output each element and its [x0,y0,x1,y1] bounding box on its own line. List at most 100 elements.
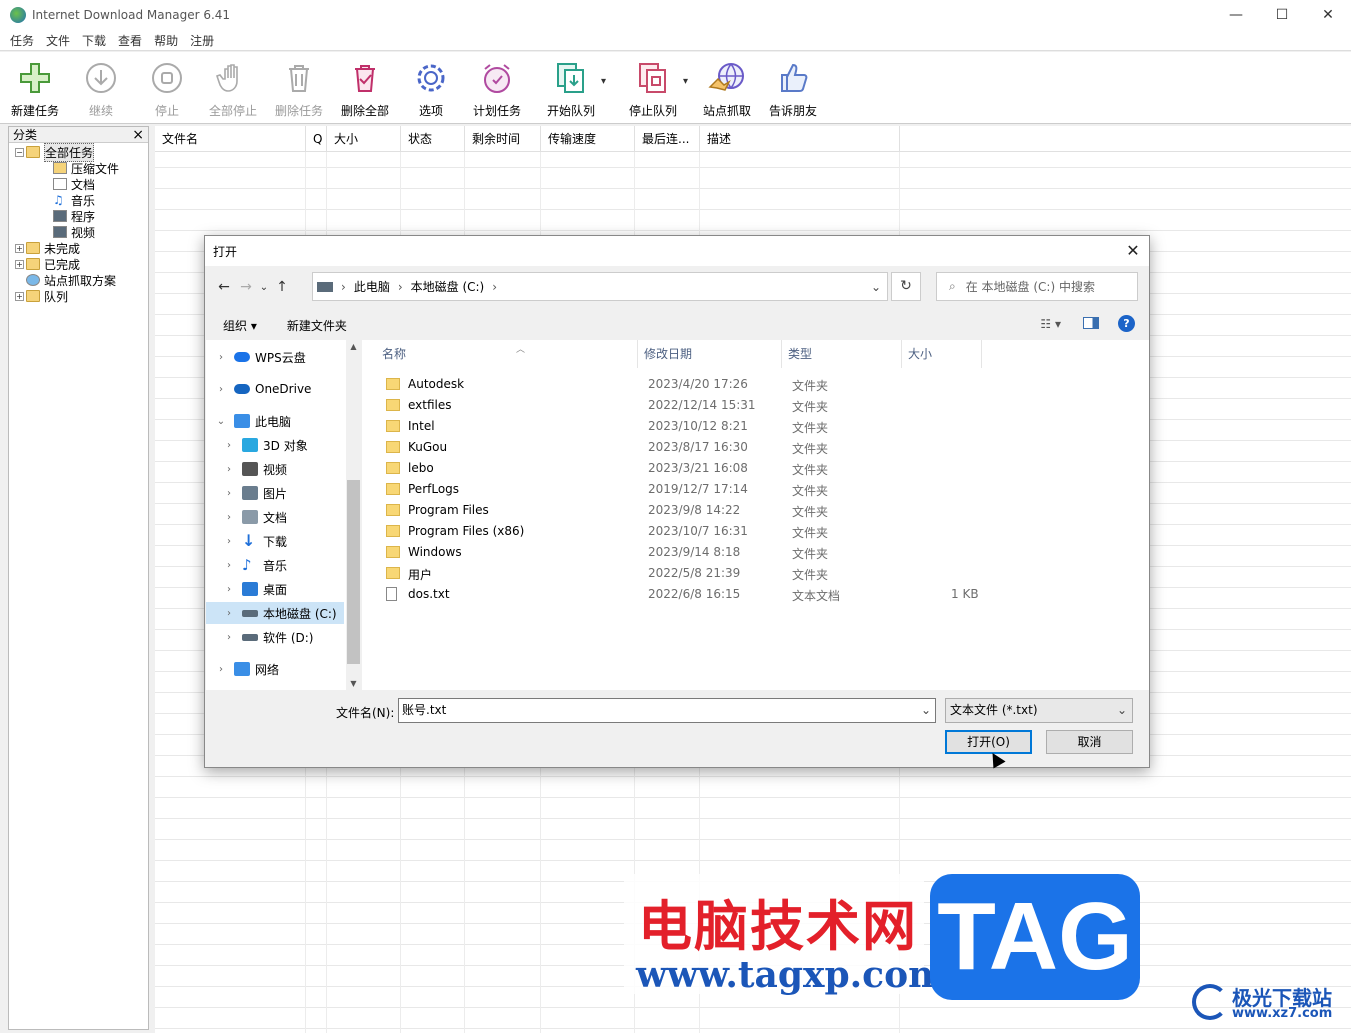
toolbar-button-1[interactable]: 继续 [68,52,134,124]
column-type[interactable]: 类型 [782,340,902,368]
nav-item[interactable]: › ↓ 下载 [206,530,344,552]
list-column-header[interactable]: 文件名 [155,126,306,152]
nav-item[interactable]: › ♪ 音乐 [206,554,344,576]
menu-item[interactable]: 下载 [76,32,112,49]
breadcrumb-drive-c[interactable]: 本地磁盘 (C:) [411,278,485,295]
expand-chevron-icon[interactable]: › [224,440,234,451]
file-row[interactable]: Program Files 2023/9/8 14:22 文件夹 [382,500,1142,521]
open-button[interactable]: 打开(O) [945,730,1032,754]
minimize-button[interactable]: — [1213,0,1259,30]
recent-locations-chevron-icon[interactable]: ⌄ [257,282,271,293]
column-name[interactable]: 名称 ︿ [376,340,638,368]
expand-chevron-icon[interactable]: › [216,352,226,363]
toolbar-button-9[interactable]: 停止队列 ▾ [612,52,694,124]
menu-item[interactable]: 注册 [184,32,220,49]
file-row[interactable]: PerfLogs 2019/12/7 17:14 文件夹 [382,479,1142,500]
preview-pane-icon[interactable] [1083,317,1099,329]
column-size[interactable]: 大小 [902,340,982,368]
nav-item[interactable]: › 软件 (D:) [206,626,344,648]
nav-item[interactable]: › 文档 [206,506,344,528]
expand-chevron-icon[interactable]: › [224,584,234,595]
expand-chevron-icon[interactable]: › [224,560,234,571]
toolbar-button-5[interactable]: 删除全部 [332,52,398,124]
file-row[interactable]: Autodesk 2023/4/20 17:26 文件夹 [382,374,1142,395]
nav-item[interactable]: › 视频 [206,458,344,480]
tree-item[interactable]: + 队列 [9,288,148,304]
toolbar-button-0[interactable]: 新建任务 [2,52,68,124]
list-column-header[interactable]: 状态 [401,126,465,152]
toolbar-button-2[interactable]: 停止 [134,52,200,124]
file-row[interactable]: lebo 2023/3/21 16:08 文件夹 [382,458,1142,479]
column-date[interactable]: 修改日期 [638,340,782,368]
file-row[interactable]: Windows 2023/9/14 8:18 文件夹 [382,542,1142,563]
toolbar-button-7[interactable]: 计划任务 [464,52,530,124]
close-window-button[interactable]: ✕ [1305,0,1351,30]
forward-arrow-icon[interactable]: → [235,279,257,295]
scroll-up-icon[interactable]: ▲ [346,342,361,351]
menu-item[interactable]: 帮助 [148,32,184,49]
nav-item[interactable]: › 本地磁盘 (C:) [206,602,344,624]
menu-item[interactable]: 文件 [40,32,76,49]
filename-dropdown-icon[interactable]: ⌄ [921,699,931,722]
expand-chevron-icon[interactable]: › [216,384,226,395]
nav-item[interactable]: › 3D 对象 [206,434,344,456]
dialog-close-button[interactable]: ✕ [1123,241,1143,261]
list-column-header[interactable]: 最后连... [635,126,700,152]
sidebar-close-icon[interactable]: × [132,127,144,143]
list-column-header[interactable]: Q [306,126,327,152]
menu-item[interactable]: 查看 [112,32,148,49]
list-column-header[interactable]: 剩余时间 [465,126,541,152]
expand-chevron-icon[interactable]: › [224,632,234,643]
toolbar-button-4[interactable]: 删除任务 [266,52,332,124]
tree-item[interactable]: − 全部任务 [9,142,148,162]
expand-chevron-icon[interactable]: › [224,464,234,475]
breadcrumb-this-pc[interactable]: 此电脑 [354,278,390,295]
nav-item[interactable]: › 桌面 [206,578,344,600]
tree-item[interactable]: 站点抓取方案 [9,272,148,288]
nav-item[interactable]: › 图片 [206,482,344,504]
nav-item[interactable]: › OneDrive [206,378,344,400]
tree-item[interactable]: 视频 [9,224,148,240]
up-arrow-icon[interactable]: ↑ [271,279,293,295]
expand-chevron-icon[interactable]: › [224,488,234,499]
tree-expander-icon[interactable]: + [15,291,24,301]
nav-item[interactable]: › WPS云盘 [206,346,344,368]
file-row[interactable]: KuGou 2023/8/17 16:30 文件夹 [382,437,1142,458]
help-icon[interactable]: ? [1118,315,1135,332]
expand-chevron-icon[interactable]: › [216,664,226,675]
toolbar-button-3[interactable]: 全部停止 [200,52,266,124]
back-arrow-icon[interactable]: ← [213,279,235,295]
tree-item[interactable]: ♫ 音乐 [9,192,148,208]
tree-expander-icon[interactable]: + [15,259,24,269]
toolbar-button-8[interactable]: 开始队列 ▾ [530,52,612,124]
search-input[interactable]: ⌕ 在 本地磁盘 (C:) 中搜索 [936,272,1138,301]
file-row[interactable]: Intel 2023/10/12 8:21 文件夹 [382,416,1142,437]
file-row[interactable]: Program Files (x86) 2023/10/7 16:31 文件夹 [382,521,1142,542]
toolbar-button-10[interactable]: 站点抓取 [694,52,760,124]
list-column-header[interactable]: 大小 [327,126,401,152]
tree-item[interactable]: 压缩文件 [9,160,148,176]
tree-expander-icon[interactable] [15,276,24,285]
address-bar[interactable]: › 此电脑 › 本地磁盘 (C:) › ⌄ [312,272,888,301]
expand-chevron-icon[interactable]: › [224,512,234,523]
nav-item[interactable]: ⌄ 此电脑 [206,410,344,432]
toolbar-dropdown-icon[interactable]: ▾ [683,76,688,87]
expand-chevron-icon[interactable]: › [224,608,234,619]
maximize-button[interactable]: ☐ [1259,0,1305,30]
toolbar-button-6[interactable]: 选项 [398,52,464,124]
nav-scroll-thumb[interactable] [347,480,360,664]
expand-chevron-icon[interactable]: ⌄ [216,416,226,427]
list-column-header[interactable]: 传输速度 [541,126,635,152]
list-column-header[interactable]: 描述 [700,126,900,152]
filetype-select[interactable]: 文本文件 (*.txt) ⌄ [945,698,1133,723]
nav-item[interactable]: › 网络 [206,658,344,680]
nav-scrollbar[interactable]: ▲ ▼ [346,340,361,690]
view-options-icon[interactable]: ☷ ▾ [1040,317,1061,331]
file-row[interactable]: dos.txt 2022/6/8 16:15 文本文档 1 KB [382,584,1142,605]
scroll-down-icon[interactable]: ▼ [346,679,361,688]
address-dropdown-icon[interactable]: ⌄ [871,280,881,294]
expand-chevron-icon[interactable]: › [224,536,234,547]
new-folder-button[interactable]: 新建文件夹 [287,317,347,334]
menu-item[interactable]: 任务 [4,32,40,49]
tree-item[interactable]: 文档 [9,176,148,192]
